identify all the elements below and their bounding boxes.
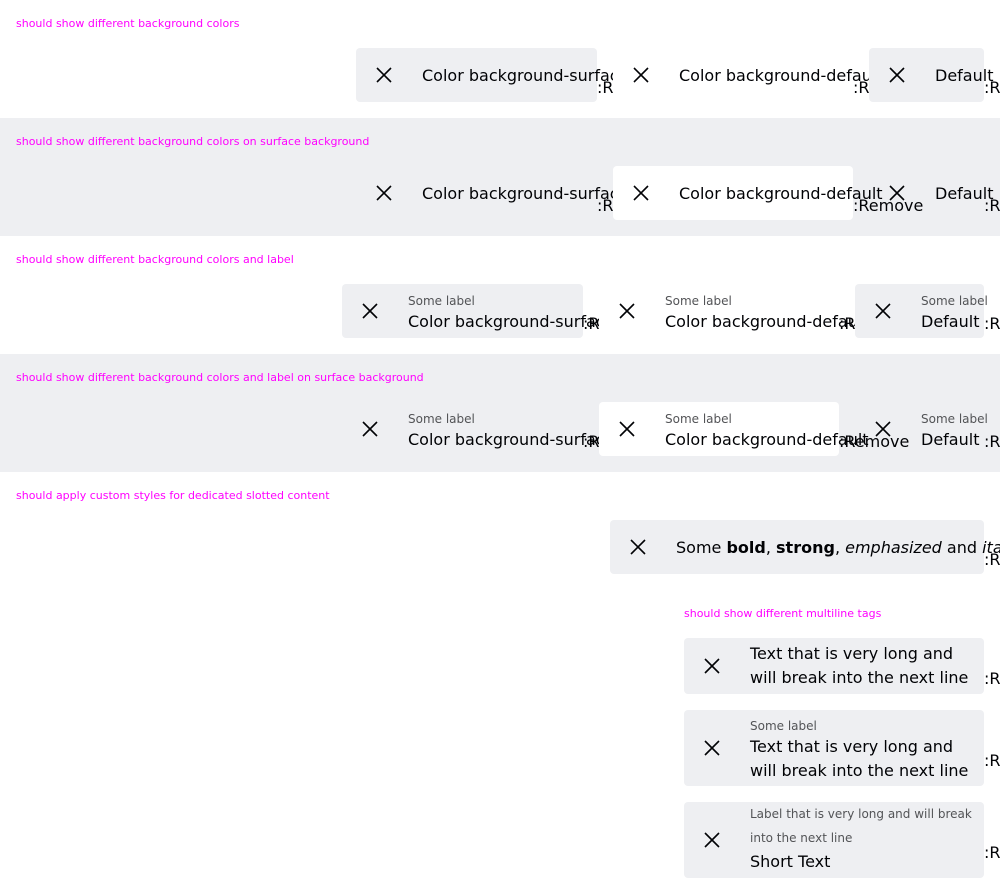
tag-text: Text that is very long and will break in… bbox=[750, 644, 969, 687]
tag-text: Default bbox=[921, 430, 980, 449]
tag-label: Label that is very long and will break i… bbox=[750, 807, 972, 845]
close-button[interactable] bbox=[703, 831, 721, 849]
tag-default: Color background-default bbox=[613, 48, 883, 102]
remove-link[interactable]: :Re bbox=[984, 196, 1000, 216]
section-background-colors-surface: should show different background colors … bbox=[0, 118, 1000, 236]
tag-plain: Default bbox=[869, 166, 993, 220]
section-heading: should apply custom styles for dedicated… bbox=[16, 489, 330, 502]
close-button[interactable] bbox=[361, 420, 379, 438]
multiline-tag-long-label: Label that is very long and will break i… bbox=[684, 802, 984, 878]
tag-label: Some label bbox=[408, 294, 475, 308]
section-slotted-content: should apply custom styles for dedicated… bbox=[0, 472, 1000, 590]
multiline-tag: Text that is very long and will break in… bbox=[684, 638, 984, 694]
remove-link[interactable]: :Re bbox=[984, 550, 1000, 570]
close-button[interactable] bbox=[874, 420, 892, 438]
tag-label: Some label bbox=[921, 294, 988, 308]
section-heading: should show different background colors … bbox=[16, 253, 294, 266]
tag-rich-text: Some bold, strong, emphasized and italic… bbox=[610, 520, 1000, 574]
remove-link[interactable]: :Re bbox=[984, 314, 1000, 334]
close-icon bbox=[619, 421, 635, 437]
tag-default: Some label Color background-default bbox=[599, 284, 869, 338]
section-background-colors-label: should show different background colors … bbox=[0, 236, 1000, 354]
tag-surface: Some label Color background-surface bbox=[342, 402, 614, 456]
remove-link[interactable]: :Re bbox=[984, 751, 1000, 771]
remove-link[interactable]: :Re bbox=[984, 669, 1000, 689]
close-button[interactable] bbox=[632, 66, 650, 84]
close-icon bbox=[362, 421, 378, 437]
tag-surface: Color background-surface bbox=[356, 166, 628, 220]
close-button[interactable] bbox=[632, 184, 650, 202]
close-button[interactable] bbox=[361, 302, 379, 320]
tag-label: Some label bbox=[408, 412, 475, 426]
tag-default: Color background-default bbox=[613, 166, 883, 220]
close-icon bbox=[362, 303, 378, 319]
section-background-colors: should show different background colors … bbox=[0, 0, 1000, 118]
close-button[interactable] bbox=[703, 657, 721, 675]
tag-label: Some label bbox=[665, 294, 732, 308]
close-icon bbox=[704, 740, 720, 756]
remove-link[interactable]: :Re bbox=[984, 78, 1000, 98]
section-heading: should show different background colors bbox=[16, 17, 240, 30]
close-icon bbox=[889, 67, 905, 83]
tag-text: Short Text bbox=[750, 852, 831, 871]
close-icon bbox=[630, 539, 646, 555]
close-button[interactable] bbox=[629, 538, 647, 556]
close-button[interactable] bbox=[375, 184, 393, 202]
close-button[interactable] bbox=[874, 302, 892, 320]
bold-text: bold bbox=[726, 538, 766, 557]
close-icon bbox=[875, 421, 891, 437]
tag-label: Some label bbox=[921, 412, 988, 426]
close-button[interactable] bbox=[888, 66, 906, 84]
multiline-tag-with-label: Some label Text that is very long and wi… bbox=[684, 710, 984, 786]
close-button[interactable] bbox=[703, 739, 721, 757]
close-button[interactable] bbox=[888, 184, 906, 202]
section-multiline-tags: should show different multiline tags Tex… bbox=[684, 606, 1000, 894]
emphasized-text: emphasized bbox=[845, 538, 942, 557]
section-heading: should show different background colors … bbox=[16, 371, 424, 384]
tag-surface: Some label Color background-surface bbox=[342, 284, 614, 338]
tag-row: Color background-surface :Remove Color b… bbox=[0, 166, 1000, 220]
tag-row: Some bold, strong, emphasized and italic… bbox=[0, 520, 1000, 574]
tag-label: Some label bbox=[665, 412, 732, 426]
close-icon bbox=[875, 303, 891, 319]
tag-row: Color background-surface :Remove Color b… bbox=[0, 48, 1000, 102]
strong-text: strong bbox=[776, 538, 835, 557]
tag-default: Some label Color background-default bbox=[599, 402, 869, 456]
close-icon bbox=[376, 185, 392, 201]
tag-plain: Some label Default bbox=[855, 284, 988, 338]
section-background-colors-label-surface: should show different background colors … bbox=[0, 354, 1000, 472]
close-button[interactable] bbox=[618, 420, 636, 438]
section-heading: should show different multiline tags bbox=[684, 607, 882, 620]
close-icon bbox=[704, 658, 720, 674]
tag-row: Some label Color background-surface :Rem… bbox=[0, 284, 1000, 338]
remove-link[interactable]: :Re bbox=[984, 843, 1000, 863]
tag-plain: Default bbox=[869, 48, 993, 102]
tag-text: Some bold, strong, emphasized and italic… bbox=[676, 536, 1000, 560]
close-icon bbox=[633, 67, 649, 83]
tag-text: Text that is very long and will break in… bbox=[750, 737, 969, 780]
tag-plain: Some label Default bbox=[855, 402, 988, 456]
close-icon bbox=[376, 67, 392, 83]
tag-surface: Color background-surface bbox=[356, 48, 628, 102]
close-button[interactable] bbox=[375, 66, 393, 84]
close-icon bbox=[704, 832, 720, 848]
remove-link[interactable]: :Re bbox=[984, 432, 1000, 452]
tag-row: Some label Color background-surface :Rem… bbox=[0, 402, 1000, 456]
close-icon bbox=[889, 185, 905, 201]
section-heading: should show different background colors … bbox=[16, 135, 370, 148]
close-icon bbox=[633, 185, 649, 201]
close-icon bbox=[619, 303, 635, 319]
tag-text: Default bbox=[921, 312, 980, 331]
close-button[interactable] bbox=[618, 302, 636, 320]
